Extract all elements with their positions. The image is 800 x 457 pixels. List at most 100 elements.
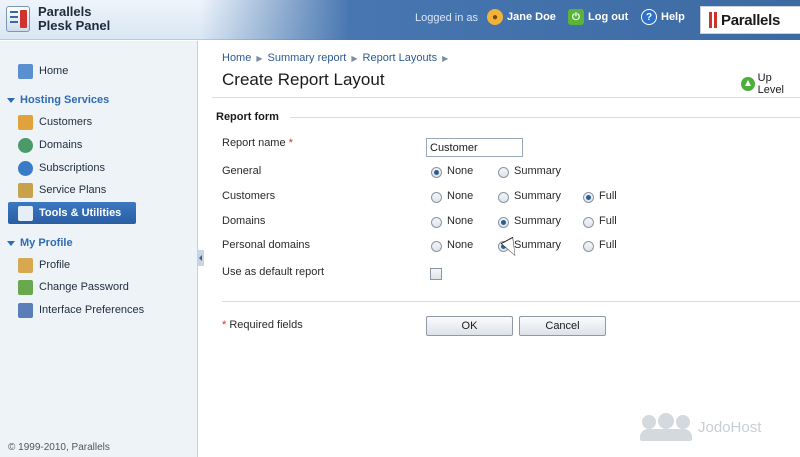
help-icon: ? (641, 9, 657, 25)
customers-icon (18, 114, 33, 130)
collapse-triangle-icon (7, 240, 15, 246)
sidebar-item-label: Tools & Utilities (39, 207, 122, 219)
ok-button[interactable]: OK (426, 316, 513, 336)
section-my-profile[interactable]: My Profile (7, 237, 73, 249)
personal-domains-none-label[interactable]: None (447, 239, 473, 251)
sidebar-item-interface-preferences[interactable]: Interface Preferences (18, 301, 144, 319)
section-label: Hosting Services (20, 94, 110, 106)
plesk-logo[interactable]: Parallels Plesk Panel (6, 5, 110, 33)
plesk-logo-icon (6, 6, 30, 32)
top-header: Parallels Plesk Panel Logged in as ● Jan… (0, 0, 800, 40)
section-divider (290, 117, 800, 118)
customers-summary-radio[interactable] (498, 192, 509, 203)
general-summary-label[interactable]: Summary (514, 165, 561, 177)
service-plans-icon (18, 182, 33, 198)
report-name-input[interactable] (426, 138, 523, 157)
sidebar-item-label: Change Password (39, 281, 129, 293)
domains-summary-label[interactable]: Summary (514, 215, 561, 227)
domains-full-radio[interactable] (583, 217, 594, 228)
sidebar-item-subscriptions[interactable]: Subscriptions (18, 159, 105, 177)
breadcrumb-separator-icon: ▶ (256, 53, 263, 63)
customers-full-label[interactable]: Full (599, 190, 617, 202)
breadcrumb-home[interactable]: Home (222, 52, 251, 64)
cancel-button[interactable]: Cancel (519, 316, 606, 336)
logout-link[interactable]: ⏻ Log out (568, 9, 628, 25)
domains-none-radio[interactable] (431, 217, 442, 228)
sidebar-item-label: Subscriptions (39, 162, 106, 174)
sidebar-item-domains[interactable]: Domains (18, 136, 82, 154)
sidebar-item-change-password[interactable]: Change Password (18, 278, 129, 296)
sidebar-item-service-plans[interactable]: Service Plans (18, 181, 106, 199)
personal-domains-label: Personal domains (222, 239, 311, 251)
required-asterisk: * (222, 319, 227, 331)
sidebar-collapse-handle[interactable] (198, 250, 204, 266)
sidebar-item-label: Service Plans (39, 184, 107, 196)
report-name-label-text: Report name (222, 137, 286, 149)
required-asterisk: * (288, 137, 293, 149)
form-section-title: Report form (216, 111, 279, 123)
logout-icon: ⏻ (568, 9, 584, 25)
domains-summary-radio[interactable] (498, 217, 509, 228)
logged-in-label: Logged in as (415, 12, 478, 24)
report-name-label: Report name * (222, 137, 293, 149)
general-none-radio[interactable] (431, 167, 442, 178)
customers-label: Customers (222, 190, 276, 202)
breadcrumb: Home ▶ Summary report ▶ Report Layouts ▶ (222, 52, 453, 64)
up-level-label: Up Level (757, 72, 784, 96)
sidebar-item-label: Profile (39, 259, 71, 271)
copyright: © 1999-2010, Parallels (8, 442, 110, 453)
jodohost-watermark: JodoHost (640, 413, 761, 441)
form-divider (222, 301, 800, 302)
domains-none-label[interactable]: None (447, 215, 473, 227)
domains-full-label[interactable]: Full (599, 215, 617, 227)
sidebar-item-label: Domains (39, 139, 83, 151)
tools-icon (18, 205, 33, 221)
breadcrumb-report-layouts[interactable]: Report Layouts (363, 52, 438, 64)
domains-globe-icon (18, 137, 33, 153)
customers-full-radio[interactable] (583, 192, 594, 203)
customers-none-label[interactable]: None (447, 190, 473, 202)
up-level-link[interactable]: Up Level (741, 72, 800, 96)
required-fields-text: Required fields (229, 319, 303, 331)
title-divider (212, 97, 800, 98)
general-summary-radio[interactable] (498, 167, 509, 178)
logout-label: Log out (588, 11, 629, 23)
customers-summary-label[interactable]: Summary (514, 190, 561, 202)
sidebar-item-profile[interactable]: Profile (18, 256, 70, 274)
personal-domains-full-radio[interactable] (583, 241, 594, 252)
default-report-checkbox[interactable] (430, 268, 442, 280)
personal-domains-summary-label[interactable]: Summary (514, 239, 561, 251)
brand-text: Parallels (721, 11, 781, 29)
sidebar-item-home[interactable]: Home (18, 62, 68, 80)
sidebar-item-label: Customers (39, 116, 93, 128)
collapse-triangle-icon (7, 97, 15, 103)
section-hosting-services[interactable]: Hosting Services (7, 94, 109, 106)
breadcrumb-summary-report[interactable]: Summary report (268, 52, 347, 64)
profile-card-icon (18, 257, 33, 273)
customers-none-radio[interactable] (431, 192, 442, 203)
page-title: Create Report Layout (222, 70, 385, 89)
sidebar: Home Hosting Services Customers Domains … (0, 41, 198, 457)
general-label: General (222, 165, 262, 177)
sidebar-item-customers[interactable]: Customers (18, 113, 92, 131)
home-icon (18, 63, 33, 79)
help-link[interactable]: ? Help (641, 9, 685, 25)
logo-line-1: Parallels (38, 4, 92, 19)
parallels-brand-logo[interactable]: Parallels (700, 6, 800, 34)
sidebar-item-tools-utilities[interactable]: Tools & Utilities (18, 204, 121, 222)
default-report-label: Use as default report (222, 266, 325, 278)
personal-domains-full-label[interactable]: Full (599, 239, 617, 251)
user-name: Jane Doe (507, 11, 556, 23)
breadcrumb-separator-icon: ▶ (351, 53, 358, 63)
help-label: Help (661, 11, 685, 23)
general-none-label[interactable]: None (447, 165, 473, 177)
up-arrow-icon (741, 77, 755, 91)
breadcrumb-separator-icon: ▶ (442, 53, 449, 63)
personal-domains-none-radio[interactable] (431, 241, 442, 252)
watermark-text: JodoHost (698, 418, 762, 436)
people-icon (640, 413, 692, 441)
required-fields-note: * Required fields (222, 319, 303, 331)
logo-text: Parallels Plesk Panel (38, 5, 110, 33)
user-link[interactable]: ● Jane Doe (487, 9, 556, 25)
section-label: My Profile (20, 237, 73, 249)
